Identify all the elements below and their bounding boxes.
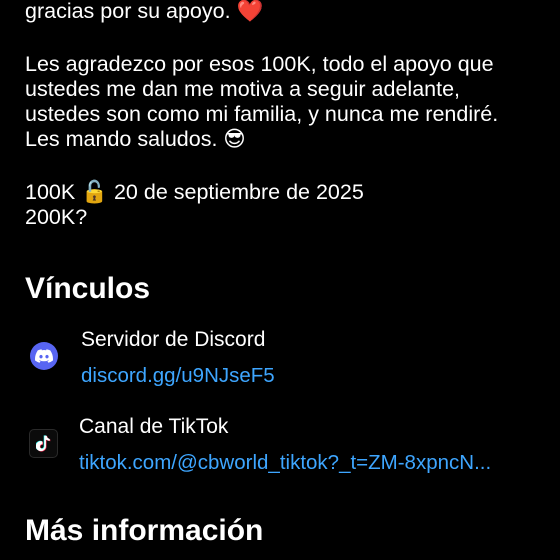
link-url-tiktok[interactable]: tiktok.com/@cbworld_tiktok?_t=ZM-8xpncN.… [79,450,520,475]
more-info-section-title: Más información [25,514,264,547]
description-text: gracias por su apoyo. [25,0,231,23]
link-name-tiktok: Canal de TikTok [79,415,229,438]
milestone-200k: 200K? [25,205,88,229]
link-item-discord[interactable]: Servidor de Discord discord.gg/u9NJseF5 [0,322,560,402]
milestone-100k: 100K [25,180,76,204]
milestone-date: 20 de septiembre de 2025 [113,180,364,204]
description-milestones: 100K 🔓 20 de septiembre de 2025 200K? [25,180,364,230]
link-url-discord[interactable]: discord.gg/u9NJseF5 [81,363,275,388]
tiktok-icon [29,429,58,458]
discord-logo-glyph [35,349,53,363]
links-section-title: Vínculos [25,272,151,305]
discord-icon [30,342,58,370]
link-item-tiktok[interactable]: Canal de TikTok tiktok.com/@cbworld_tikt… [0,409,560,489]
tiktok-logo-glyph [35,434,50,452]
heart-emoji: ❤️ [236,0,264,23]
description-text: Les agradezco por esos 100K, todo el apo… [25,52,499,151]
unlock-emoji: 🔓 [81,180,108,204]
description-paragraph-gratitude: Les agradezco por esos 100K, todo el apo… [25,52,498,152]
link-name-discord: Servidor de Discord [81,328,266,351]
description-line-thanks: gracias por su apoyo. ❤️ [25,0,263,24]
sunglasses-emoji: 😎 [223,127,246,151]
